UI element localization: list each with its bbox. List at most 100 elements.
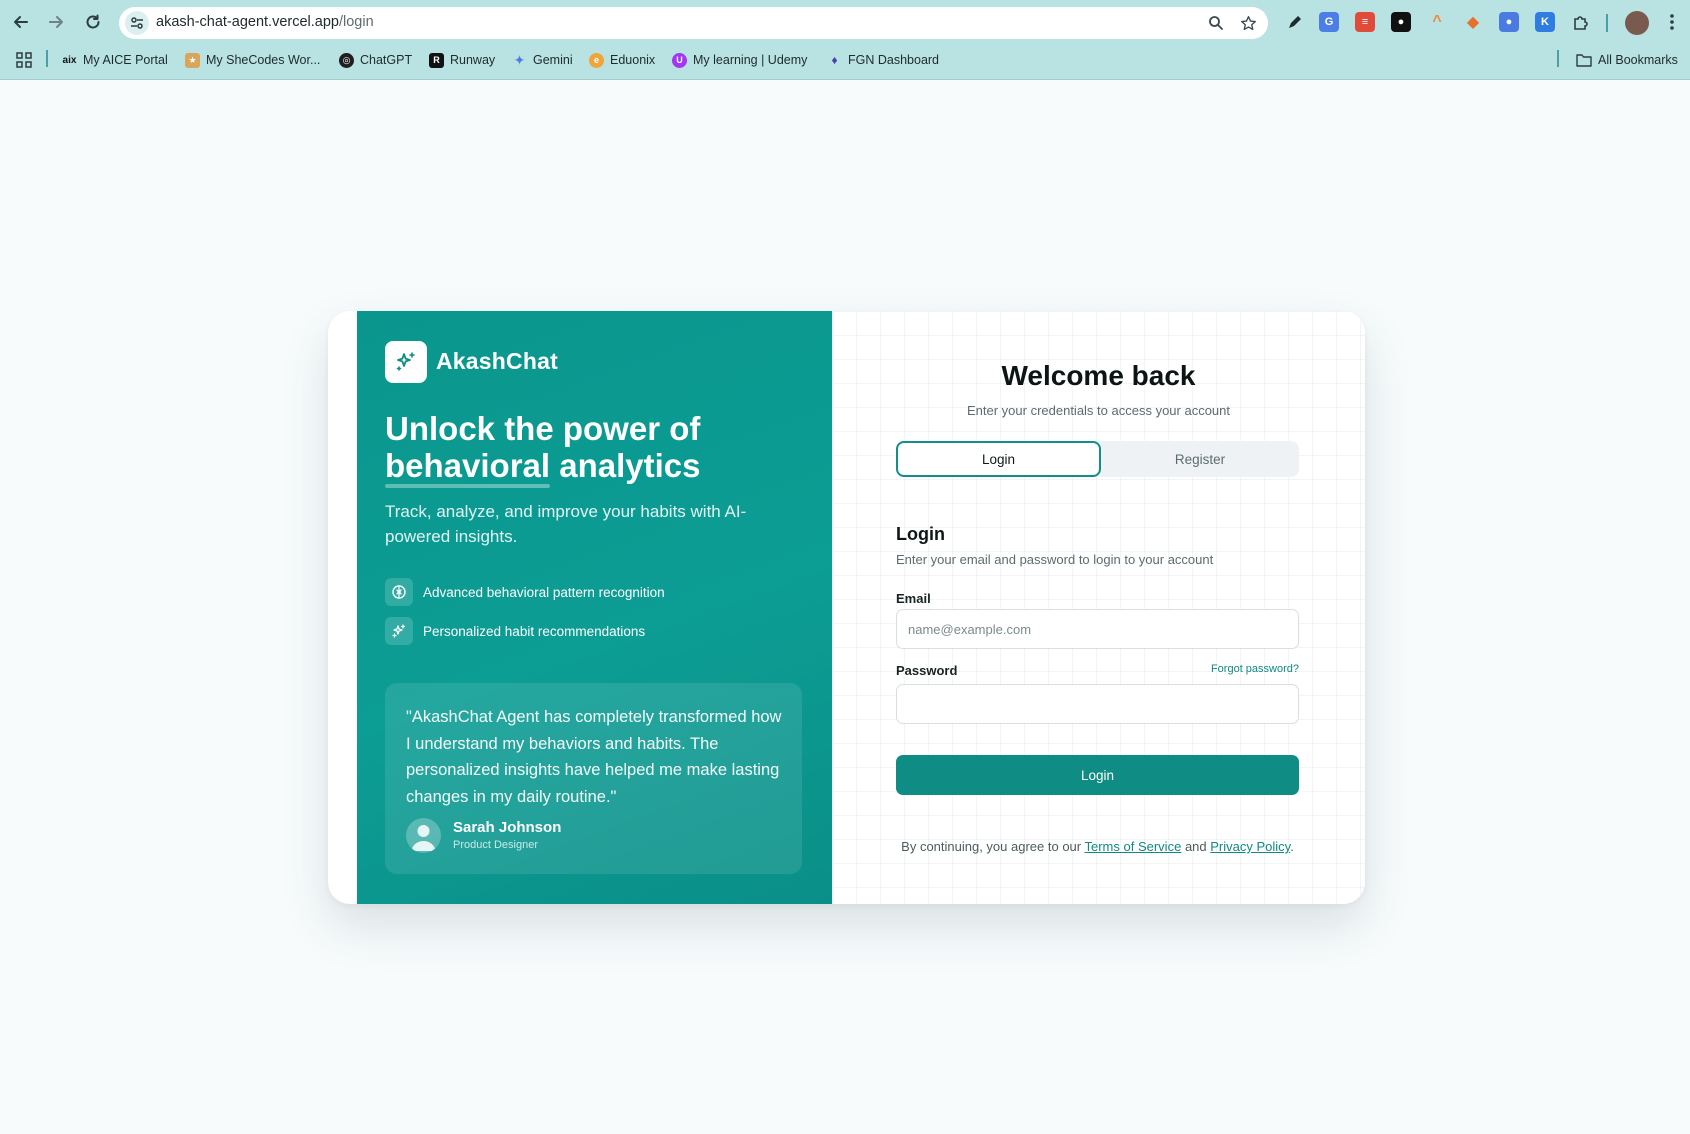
bookmark-runway[interactable]: R Runway <box>429 50 495 70</box>
runway-icon: R <box>429 52 444 68</box>
extension-blue[interactable]: ● <box>1499 12 1519 32</box>
promo-subtitle: Track, analyze, and improve your habits … <box>385 502 747 546</box>
avatar <box>406 818 441 853</box>
form-subtitle: Enter your email and password to login t… <box>896 552 1214 567</box>
browser-menu-button[interactable] <box>1661 11 1683 33</box>
bookmark-label: ChatGPT <box>360 53 413 67</box>
apps-button[interactable] <box>16 50 32 70</box>
bookmark-star-button[interactable] <box>1238 13 1258 33</box>
aice-icon: aix <box>62 54 77 66</box>
promo-panel: AkashChat Unlock the power of behavioral… <box>357 311 832 904</box>
bookmark-label: My learning | Udemy <box>693 53 808 67</box>
shecodes-icon: ★ <box>185 52 200 68</box>
legal-notice: By continuing, you agree to our Terms of… <box>896 838 1299 856</box>
address-bar[interactable]: akash-chat-agent.vercel.app/login <box>119 7 1268 39</box>
tab-register[interactable]: Register <box>1101 441 1299 477</box>
form-title: Login <box>896 524 945 544</box>
legal-suffix: . <box>1290 839 1294 854</box>
profile-button[interactable] <box>1625 11 1649 35</box>
privacy-link[interactable]: Privacy Policy <box>1210 839 1290 854</box>
bookmark-eduonix[interactable]: e Eduonix <box>589 50 655 70</box>
bookmark-label: My SheCodes Wor... <box>206 53 321 67</box>
bookmark-label: My AICE Portal <box>83 53 168 67</box>
bookmark-fgn[interactable]: ♦ FGN Dashboard <box>827 50 939 70</box>
forward-button[interactable] <box>45 11 67 33</box>
fox-icon: ◆ <box>1466 14 1480 31</box>
testimonial-name: Sarah Johnson <box>453 819 562 836</box>
headline-part1: Unlock the power of <box>385 410 701 447</box>
chatgpt-icon: ◎ <box>339 52 354 68</box>
extension-metamask[interactable]: ◆ <box>1463 12 1483 32</box>
legal-and: and <box>1184 839 1207 854</box>
reload-button[interactable] <box>82 11 104 33</box>
legal-prefix: By continuing, you agree to our <box>901 839 1082 854</box>
extensions-button[interactable] <box>1571 12 1591 32</box>
headline-highlight: behavioral <box>385 447 551 488</box>
bookmark-label: FGN Dashboard <box>848 53 940 67</box>
zoom-button[interactable] <box>1206 13 1226 33</box>
testimonial-card: "AkashChat Agent has completely transfor… <box>385 683 802 874</box>
bookmark-label: Runway <box>450 53 496 67</box>
udemy-icon: U <box>672 52 687 68</box>
url-text: akash-chat-agent.vercel.app/login <box>156 14 374 30</box>
todoist-icon: ≡ <box>1361 16 1369 28</box>
folder-icon <box>1576 54 1592 67</box>
all-bookmarks-label: All Bookmarks <box>1598 53 1678 67</box>
toolbar-divider <box>1606 14 1608 32</box>
back-button[interactable] <box>10 11 32 33</box>
email-field[interactable] <box>896 609 1299 649</box>
brand-logo <box>385 341 427 383</box>
login-button[interactable]: Login <box>896 755 1299 795</box>
pen-icon <box>1289 16 1301 28</box>
bookmark-shecodes[interactable]: ★ My SheCodes Wor... <box>185 50 320 70</box>
auth-card: AkashChat Unlock the power of behavioral… <box>328 311 1365 904</box>
extension-pen[interactable] <box>1285 12 1305 32</box>
extension-k[interactable]: K <box>1535 12 1555 32</box>
eduonix-icon: e <box>589 52 604 68</box>
app-icon: ● <box>1397 16 1405 28</box>
feature-item: Personalized habit recommendations <box>385 617 645 645</box>
tab-login[interactable]: Login <box>896 441 1101 477</box>
person-icon: ● <box>1505 16 1513 28</box>
site-info-button[interactable] <box>125 11 149 35</box>
bookmarks-divider-right <box>1557 50 1559 67</box>
bookmark-gemini[interactable]: ✦ Gemini <box>512 50 573 70</box>
fgn-icon: ♦ <box>831 53 838 67</box>
email-label: Email <box>896 591 931 606</box>
password-field[interactable] <box>896 684 1299 724</box>
extension-todoist[interactable]: ≡ <box>1355 12 1375 32</box>
arrow-left-icon <box>14 16 28 28</box>
extension-orange[interactable]: ^ <box>1427 12 1447 32</box>
extension-translate[interactable]: G <box>1319 12 1339 32</box>
feature-label: Advanced behavioral pattern recognition <box>423 584 665 600</box>
extension-dark[interactable]: ● <box>1391 12 1411 32</box>
auth-tabs: Login Register <box>896 441 1299 477</box>
arrow-right-icon <box>49 16 63 28</box>
feature-label: Personalized habit recommendations <box>423 623 646 639</box>
headline-part2: analytics <box>559 447 701 484</box>
page-subtitle: Enter your credentials to access your ac… <box>966 403 1231 418</box>
testimonial-quote: "AkashChat Agent has completely transfor… <box>406 708 782 806</box>
bookmarks-bar: aix My AICE Portal ★ My SheCodes Wor... ◎ C… <box>0 47 1690 73</box>
sparkles-icon <box>385 617 413 645</box>
magnifier-icon <box>1209 16 1223 30</box>
terms-link[interactable]: Terms of Service <box>1085 839 1182 854</box>
bookmark-label: Gemini <box>533 53 573 67</box>
browser-chrome: akash-chat-agent.vercel.app/login G ≡ ● … <box>0 0 1690 80</box>
translate-icon: G <box>1324 16 1334 28</box>
bookmark-aice[interactable]: aix My AICE Portal <box>62 50 168 70</box>
star-icon <box>1240 15 1256 30</box>
user-avatar-icon <box>411 825 436 851</box>
url-path: /login <box>338 14 374 30</box>
password-label: Password <box>896 663 958 678</box>
browser-toolbar: akash-chat-agent.vercel.app/login G ≡ ● … <box>0 0 1690 46</box>
bookmarks-divider <box>46 50 48 67</box>
all-bookmarks-button[interactable]: All Bookmarks <box>1576 50 1678 70</box>
forgot-password-link[interactable]: Forgot password? <box>1211 663 1299 675</box>
sparkles-logo-icon <box>396 352 415 371</box>
bookmark-udemy[interactable]: U My learning | Udemy <box>672 50 807 70</box>
k-icon: K <box>1541 16 1549 28</box>
caret-logo-icon: ^ <box>1432 13 1442 30</box>
bookmark-chatgpt[interactable]: ◎ ChatGPT <box>339 50 412 70</box>
reload-icon <box>86 14 100 29</box>
